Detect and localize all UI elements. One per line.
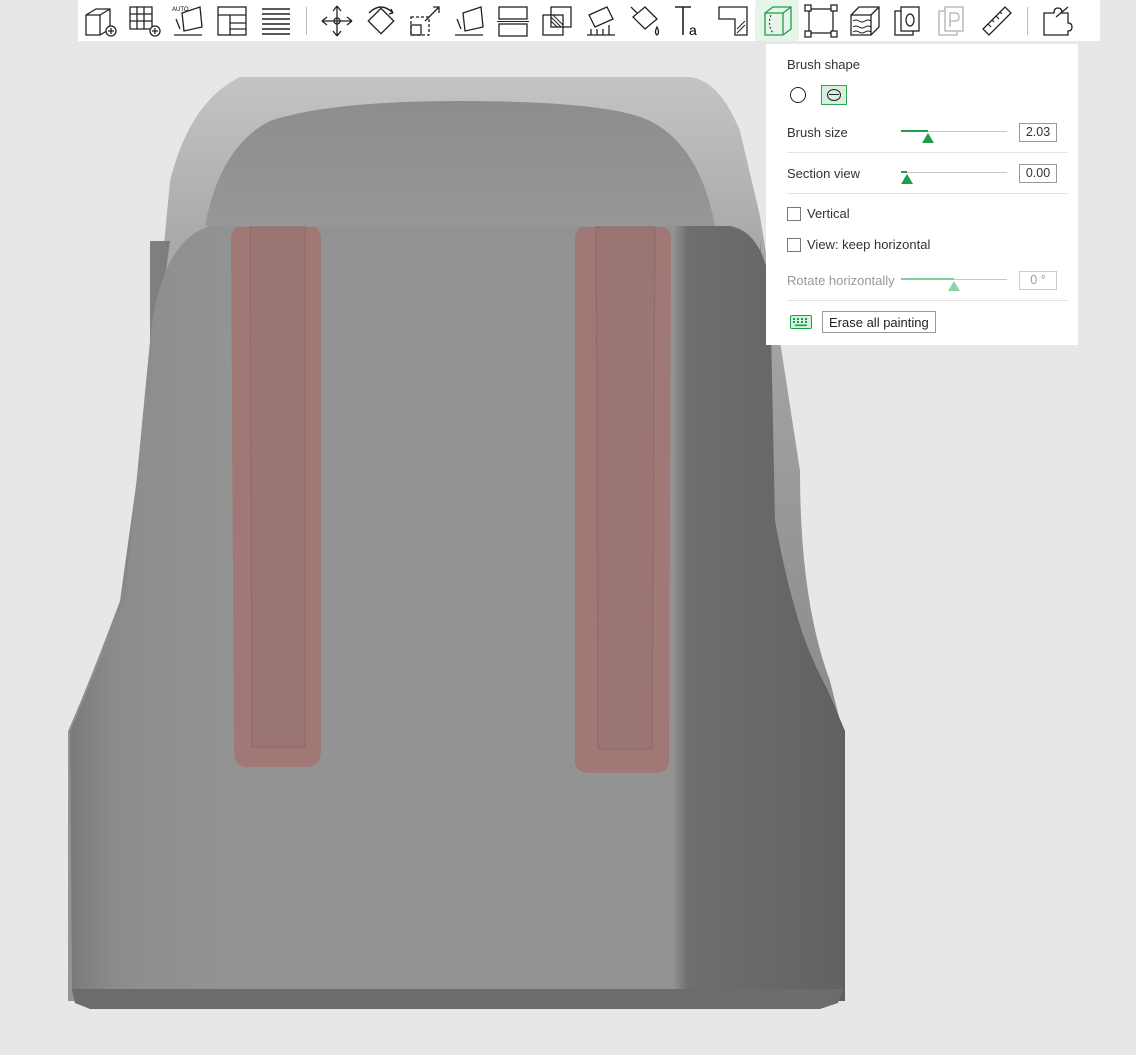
seam-paint-panel: Brush shape Brush size 2.03 Section view… — [766, 44, 1078, 345]
fuzzy-skin-button[interactable] — [843, 0, 887, 41]
brush-size-slider[interactable] — [901, 122, 1007, 143]
add-cube-button[interactable] — [78, 0, 122, 41]
auto-orient-button[interactable]: AUTO — [166, 0, 210, 41]
move-button[interactable] — [315, 0, 359, 41]
lay-on-face-icon — [455, 5, 484, 36]
toolbar-separator — [306, 6, 307, 35]
vertical-label: Vertical — [807, 206, 850, 221]
cut-button[interactable] — [491, 0, 535, 41]
text-icon: a — [675, 5, 697, 38]
variable-layer-height-icon — [804, 3, 838, 38]
split-parts-button[interactable] — [1036, 0, 1080, 41]
section-view-input[interactable]: 0.00 — [1019, 163, 1057, 183]
p-view-button — [931, 0, 975, 41]
ruler-icon — [982, 5, 1012, 36]
arrange-icon — [217, 5, 247, 36]
svg-text:a: a — [689, 22, 697, 38]
keep-horizontal-checkbox[interactable] — [787, 237, 801, 252]
keep-horizontal-row: View: keep horizontal — [787, 229, 1068, 260]
section-view-row: Section view 0.00 — [787, 153, 1068, 194]
slider-thumb — [948, 281, 960, 291]
brush-shape-label: Brush shape — [787, 57, 860, 72]
slider-thumb[interactable] — [901, 174, 914, 184]
mesh-boolean-icon — [542, 5, 572, 36]
scale-icon — [410, 5, 440, 36]
auto-orient-icon: AUTO — [172, 5, 203, 36]
add-cube-icon — [85, 7, 117, 37]
brush-size-label: Brush size — [787, 124, 848, 140]
arrange-button[interactable] — [210, 0, 254, 41]
add-plate-button[interactable] — [122, 0, 166, 41]
slider-thumb[interactable] — [921, 133, 934, 143]
layers-list-icon — [262, 7, 290, 35]
keep-horizontal-label: View: keep horizontal — [807, 237, 931, 252]
rotate-row: Rotate horizontally 0 ° — [787, 260, 1068, 301]
brush-shape-options — [787, 81, 1068, 109]
add-plate-icon — [129, 5, 161, 37]
vertical-checkbox[interactable] — [787, 206, 801, 221]
text-button[interactable]: a — [667, 0, 711, 41]
sphere-brush-button[interactable] — [821, 85, 847, 105]
mesh-boolean-button[interactable] — [535, 0, 579, 41]
ruler-button[interactable] — [975, 0, 1019, 41]
measure-corner-button[interactable] — [711, 0, 755, 41]
erase-all-painting-button[interactable]: Erase all painting — [822, 311, 936, 333]
move-icon — [321, 5, 353, 36]
variable-layer-height-button[interactable] — [799, 0, 843, 41]
lay-on-face-button[interactable] — [447, 0, 491, 41]
top-toolbar: AUTO a — [78, 0, 1100, 41]
p-view-icon — [938, 5, 964, 36]
fuzzy-skin-icon — [850, 5, 880, 36]
vertical-row: Vertical — [787, 198, 1068, 229]
toolbar-separator — [1027, 6, 1028, 35]
support-paint-button[interactable] — [579, 0, 623, 41]
rotate-icon — [367, 5, 395, 35]
seam-paint-button[interactable] — [755, 0, 799, 41]
sphere-brush-icon — [827, 89, 841, 101]
cut-icon — [497, 5, 529, 37]
scale-button[interactable] — [403, 0, 447, 41]
layers-list-button[interactable] — [254, 0, 298, 41]
section-view-slider[interactable] — [901, 163, 1007, 184]
color-paint-icon — [630, 5, 660, 36]
assemble-button[interactable] — [887, 0, 931, 41]
circle-brush-icon[interactable] — [790, 87, 806, 103]
color-paint-button[interactable] — [623, 0, 667, 41]
section-view-label: Section view — [787, 165, 860, 181]
measure-corner-icon — [718, 5, 748, 36]
brush-size-row: Brush size 2.03 — [787, 112, 1068, 153]
erase-row: Erase all painting — [787, 301, 1068, 343]
keyboard-icon[interactable] — [790, 315, 812, 329]
rotate-slider — [901, 270, 1007, 291]
rotate-button[interactable] — [359, 0, 403, 41]
brush-size-input[interactable]: 2.03 — [1019, 122, 1057, 142]
model-body — [70, 226, 843, 1006]
seam-paint-icon — [764, 5, 792, 36]
split-parts-icon — [1043, 6, 1073, 36]
model-inner — [205, 101, 715, 226]
rotate-label: Rotate horizontally — [787, 272, 895, 288]
rotate-input: 0 ° — [1019, 270, 1057, 290]
assemble-icon — [894, 5, 920, 36]
support-paint-icon — [587, 5, 615, 36]
